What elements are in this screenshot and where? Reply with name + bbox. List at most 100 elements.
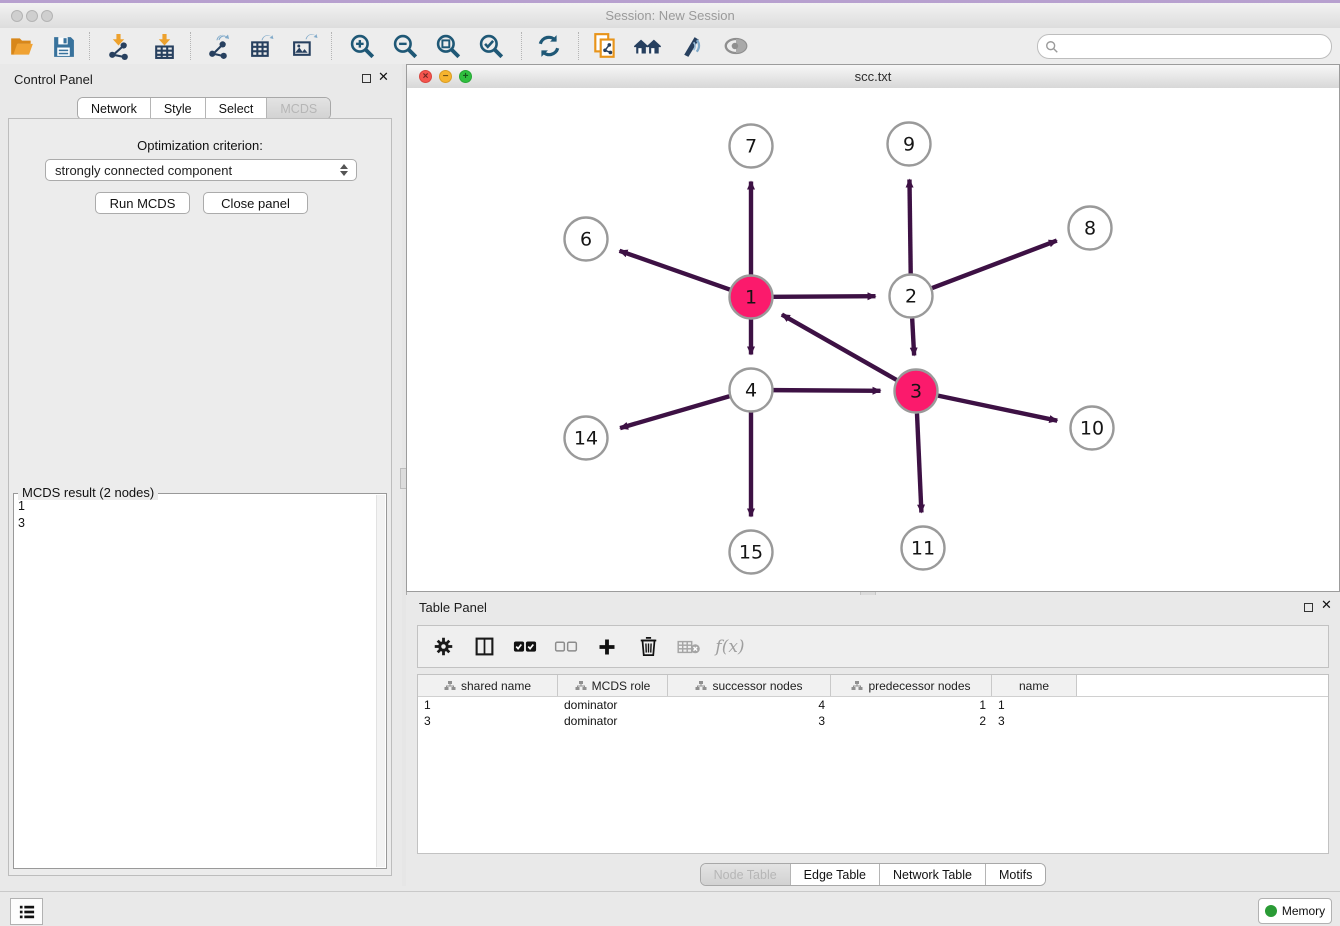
toggle-panel-layout-icon[interactable] (472, 635, 496, 659)
cell-MCDS-role[interactable]: dominator (558, 698, 668, 712)
delete-column-trash-icon[interactable] (636, 635, 660, 659)
edge-1-2[interactable] (773, 296, 875, 297)
column-header-successor-nodes[interactable]: successor nodes (668, 675, 831, 696)
refresh-layout-icon[interactable] (534, 31, 564, 61)
network-view-window: × − + scc.txt 7 9 6 8 1 2 4 3 14 10 15 11 (406, 64, 1340, 592)
close-panel-button[interactable]: Close panel (203, 192, 308, 214)
search-box[interactable] (1037, 34, 1332, 59)
table-settings-gear-icon[interactable] (431, 635, 455, 659)
run-mcds-button[interactable]: Run MCDS (95, 192, 190, 214)
tab-network[interactable]: Network (78, 98, 150, 119)
graph-node-7[interactable]: 7 (730, 125, 773, 168)
memory-button[interactable]: Memory (1258, 898, 1332, 924)
cell-predecessor-nodes[interactable]: 1 (831, 698, 992, 712)
mcds-result-text[interactable]: 1 3 (18, 498, 374, 866)
cell-successor-nodes[interactable]: 4 (668, 698, 831, 712)
edge-1-6[interactable] (619, 251, 729, 290)
memory-status-icon (1265, 905, 1277, 917)
show-hide-annotations-icon[interactable] (676, 31, 706, 61)
unselect-all-columns-icon[interactable] (554, 635, 578, 659)
graph-node-15[interactable]: 15 (730, 531, 773, 574)
edge-3-10[interactable] (938, 396, 1057, 421)
edge-4-3[interactable] (773, 390, 880, 391)
export-table-icon[interactable] (246, 31, 276, 61)
graph-node-3[interactable]: 3 (895, 370, 938, 413)
graph-node-4[interactable]: 4 (730, 369, 773, 412)
save-session-icon[interactable] (48, 31, 78, 61)
criterion-dropdown[interactable]: strongly connected component (45, 159, 357, 181)
result-scrollbar[interactable] (376, 495, 385, 867)
create-new-column-icon[interactable] (595, 635, 619, 659)
float-panel-icon[interactable] (362, 74, 371, 83)
graph-node-2[interactable]: 2 (890, 275, 933, 318)
network-window-title: scc.txt (407, 69, 1339, 84)
cell-name[interactable]: 1 (992, 698, 1077, 712)
select-all-columns-icon[interactable] (513, 635, 537, 659)
show-hide-graphics-details-icon[interactable] (721, 31, 751, 61)
network-window-titlebar[interactable]: × − + scc.txt (407, 65, 1339, 89)
zoom-fit-icon[interactable] (433, 31, 463, 61)
search-input[interactable] (1063, 34, 1331, 59)
column-label: successor nodes (712, 679, 802, 693)
table-panel-title: Table Panel (419, 600, 487, 615)
zoom-selected-icon[interactable] (476, 31, 506, 61)
function-builder-icon[interactable]: f(x) (718, 635, 742, 659)
delete-table-icon[interactable] (677, 635, 701, 659)
criterion-value: strongly connected component (46, 163, 335, 178)
table-panel: Table Panel ✕ f(x) (406, 595, 1340, 886)
graph-node-14[interactable]: 14 (565, 417, 608, 460)
clone-network-icon[interactable] (590, 31, 620, 61)
close-panel-icon[interactable]: ✕ (378, 69, 389, 85)
table-row[interactable]: 3dominator323 (418, 713, 1328, 729)
export-network-icon[interactable] (203, 31, 233, 61)
column-type-icon (851, 680, 863, 692)
node-table: shared nameMCDS role successor nodes prede… (417, 674, 1329, 854)
cell-predecessor-nodes[interactable]: 2 (831, 714, 992, 728)
graph-node-8[interactable]: 8 (1069, 207, 1112, 250)
tab-node-table[interactable]: Node Table (701, 864, 790, 885)
column-header-predecessor-nodes[interactable]: predecessor nodes (831, 675, 992, 696)
app-titlebar[interactable]: Session: New Session (0, 3, 1340, 29)
edge-2-8[interactable] (932, 241, 1057, 288)
graph-node-6[interactable]: 6 (565, 218, 608, 261)
tab-network-table[interactable]: Network Table (879, 864, 985, 885)
show-task-history-button[interactable] (10, 898, 43, 925)
tab-edge-table[interactable]: Edge Table (790, 864, 879, 885)
close-table-panel-icon[interactable]: ✕ (1321, 597, 1332, 613)
open-file-icon[interactable] (7, 31, 37, 61)
column-header-shared-name[interactable]: shared name (418, 675, 558, 696)
cell-successor-nodes[interactable]: 3 (668, 714, 831, 728)
cell-shared-name[interactable]: 3 (418, 714, 558, 728)
toolbar-separator (521, 32, 522, 60)
home-icon[interactable] (633, 31, 663, 61)
cell-MCDS-role[interactable]: dominator (558, 714, 668, 728)
zoom-in-icon[interactable] (347, 31, 377, 61)
float-table-panel-icon[interactable] (1304, 603, 1313, 612)
node-label: 7 (745, 136, 757, 158)
graph-node-10[interactable]: 10 (1071, 407, 1114, 450)
tab-style[interactable]: Style (150, 98, 205, 119)
tab-motifs[interactable]: Motifs (985, 864, 1045, 885)
graph-node-1[interactable]: 1 (730, 276, 773, 319)
export-image-icon[interactable] (289, 31, 319, 61)
network-canvas[interactable]: 7 9 6 8 1 2 4 3 14 10 15 11 (407, 88, 1339, 591)
cell-name[interactable]: 3 (992, 714, 1077, 728)
column-header-MCDS-role[interactable]: MCDS role (558, 675, 668, 696)
edge-3-1[interactable] (782, 315, 897, 380)
graph-node-9[interactable]: 9 (888, 123, 931, 166)
table-row[interactable]: 1dominator411 (418, 697, 1328, 713)
network-graph: 7 9 6 8 1 2 4 3 14 10 15 11 (407, 88, 1339, 591)
import-table-icon[interactable] (149, 31, 179, 61)
edge-2-9[interactable] (909, 179, 910, 273)
tab-mcds[interactable]: MCDS (266, 98, 330, 119)
graph-node-11[interactable]: 11 (902, 527, 945, 570)
cell-shared-name[interactable]: 1 (418, 698, 558, 712)
edge-2-3[interactable] (912, 318, 914, 355)
tab-select[interactable]: Select (205, 98, 267, 119)
edge-4-14[interactable] (620, 396, 729, 428)
import-network-icon[interactable] (103, 31, 133, 61)
zoom-out-icon[interactable] (390, 31, 420, 61)
edge-3-11[interactable] (917, 413, 921, 512)
column-header-name[interactable]: name (992, 675, 1077, 696)
node-label: 15 (739, 542, 763, 564)
